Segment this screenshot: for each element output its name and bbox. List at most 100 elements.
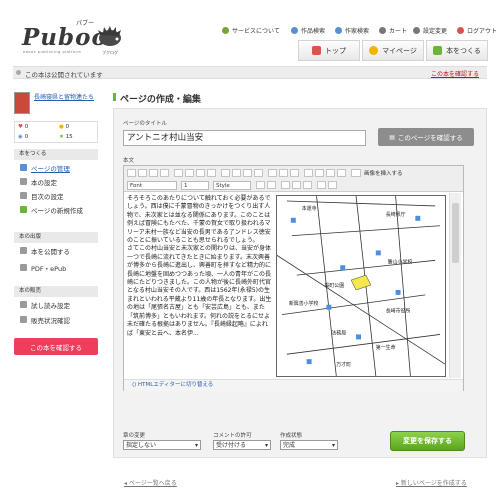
info-icon (222, 27, 229, 34)
nav-mypage[interactable]: マイページ (362, 40, 424, 61)
heart-icon: ♥ (18, 124, 23, 130)
logout-link[interactable]: ログアウト (457, 26, 497, 35)
html-editor-switch-link[interactable]: ⟨⟩ HTMLエディターに切り替える (124, 379, 463, 391)
redo-icon[interactable] (328, 181, 337, 189)
search-authors-link[interactable]: 作家検索 (335, 26, 369, 35)
map-label-2: 勝山小学校 (388, 258, 413, 265)
embedded-map-image: 本運寺 長崎県庁 勝山小学校 桜町公園 新興善小学校 長崎市役所 法務局 第一生… (276, 195, 446, 377)
cart-link[interactable]: カート (379, 26, 407, 35)
logout-icon (457, 27, 464, 34)
image-icon[interactable] (351, 169, 361, 177)
book-cover-thumbnail[interactable] (14, 92, 30, 114)
publish-status-bar: この本は公開されています この本を確認する (13, 66, 487, 79)
bg-color-icon[interactable] (267, 181, 276, 189)
nav-top[interactable]: トップ (298, 40, 360, 61)
cart-icon (379, 27, 386, 34)
user-icon (335, 27, 342, 34)
align-center-icon[interactable] (185, 169, 194, 177)
align-right-icon[interactable] (196, 169, 205, 177)
sidebar-section-publish: 本の出版 (14, 232, 98, 243)
map-label-8: 万才町 (336, 361, 351, 368)
book-title-link[interactable]: 長崎寝県と留物連たち (34, 94, 96, 101)
size-select[interactable]: 1 (181, 181, 209, 190)
sidebar-section-make: 本をつくる (14, 149, 98, 160)
bold-icon[interactable] (127, 169, 136, 177)
confirm-page-button[interactable]: ▤ このページを確認する (378, 128, 474, 146)
number-list-icon[interactable] (232, 169, 241, 177)
book-icon (20, 178, 27, 185)
file-icon (20, 264, 27, 271)
sidebar-item-publish[interactable]: 本を公開する (14, 244, 98, 257)
page-title: ページの作成・編集 (120, 95, 201, 105)
sidebar-item-sales[interactable]: 販売状況確認 (14, 313, 98, 326)
cut-icon[interactable] (281, 181, 290, 189)
undo-icon[interactable] (317, 181, 326, 189)
paste-icon[interactable] (303, 181, 312, 189)
creation-status-label: 作成状態 (280, 433, 303, 439)
check-book-link[interactable]: この本を確認する (431, 69, 479, 78)
about-service-link[interactable]: サービスについて (222, 26, 280, 35)
body-label: 本文 (123, 158, 135, 164)
chevron-down-icon: ▾ (194, 442, 198, 449)
outdent-icon[interactable] (243, 169, 252, 177)
underline-icon[interactable] (149, 169, 158, 177)
align-left-icon[interactable] (174, 169, 183, 177)
logo-tagline: ebook publishing platform (23, 50, 82, 54)
justify-icon[interactable] (207, 169, 216, 177)
save-changes-button[interactable]: 変更を保存する (390, 431, 465, 451)
chevron-down-icon: ▾ (264, 442, 268, 449)
puboo-logo[interactable]: Puboo (22, 24, 108, 51)
text-color-icon[interactable] (256, 181, 265, 189)
confirm-book-button[interactable]: この本を確認する (14, 338, 98, 355)
book-stats: ♥ 0 ● 0 ◉ 0 ★ 15 (14, 121, 98, 143)
indent-icon[interactable] (254, 169, 263, 177)
sidebar-section-sale: 本の販売 (14, 286, 98, 297)
nav-make-book[interactable]: 本をつくる (426, 40, 488, 61)
editor-toolbar: 画像を挿入する Font 1 Style (124, 166, 463, 192)
sidebar-item-new-page[interactable]: ページの新規作成 (14, 203, 98, 216)
create-new-page-link[interactable]: ▸ 新しいページを作成する (396, 478, 467, 487)
body-paragraph-1: そろそろこのあたりについて触れておく必要があるでしょう。西は僕に千蒙冒物のきっか… (127, 195, 271, 245)
search-works-link[interactable]: 作品検索 (291, 26, 325, 35)
bullet-list-icon[interactable] (221, 169, 230, 177)
logo-ruby-booklog: ブクログ (102, 50, 118, 55)
comment-permission-label: コメントの許可 (213, 433, 252, 439)
back-to-page-list-link[interactable]: ◂ ページ一覧へ戻る (124, 478, 177, 487)
font-select[interactable]: Font (127, 181, 177, 190)
unlink-icon[interactable] (279, 169, 288, 177)
hr-icon[interactable] (315, 169, 324, 177)
publish-status-text: この本は公開されています (25, 71, 103, 79)
style-select[interactable]: Style (213, 181, 251, 190)
plus-icon (433, 46, 443, 55)
page-title-input[interactable]: アントニオ村山当安 (123, 130, 366, 146)
editor-body-text[interactable]: そろそろこのあたりについて触れておく必要があるでしょう。西は僕に千蒙冒物のきっか… (124, 193, 276, 378)
creation-status-select[interactable]: 完成 ▾ (280, 440, 338, 450)
strike-icon[interactable] (160, 169, 169, 177)
map-label-0: 本運寺 (302, 205, 317, 212)
copy-icon[interactable] (292, 181, 301, 189)
sidebar-item-trial[interactable]: 試し読み設定 (14, 298, 98, 311)
map-label-3: 桜町公園 (324, 282, 344, 289)
link-icon[interactable] (268, 169, 277, 177)
subscript-icon[interactable] (326, 169, 335, 177)
status-dot-icon (16, 70, 21, 75)
sidebar-item-book-settings[interactable]: 本の設定 (14, 175, 98, 188)
superscript-icon[interactable] (337, 169, 346, 177)
editor-scrollbar[interactable] (449, 193, 461, 378)
comment-permission-select[interactable]: 受け付ける ▾ (213, 440, 271, 450)
table-icon[interactable] (304, 169, 313, 177)
settings-link[interactable]: 設定変更 (413, 26, 447, 35)
body-paragraph-2: さてこの村山当安と未次家との関わりは、当安が身体一つで長崎に流れてきたときに始ま… (127, 245, 272, 337)
sidebar-item-pdf-epub[interactable]: PDF・ePub (14, 261, 98, 274)
doc-icon: ▤ (389, 133, 395, 141)
anchor-icon[interactable] (290, 169, 299, 177)
chapter-select[interactable]: 指定しない ▾ (123, 440, 201, 450)
insert-image-button[interactable]: 画像を挿入する (364, 169, 403, 177)
sidebar-item-toc-settings[interactable]: 目次の設定 (14, 189, 98, 202)
sidebar-item-page-manage[interactable]: ページの管理 (14, 161, 98, 174)
scroll-thumb[interactable] (452, 203, 459, 263)
italic-icon[interactable] (138, 169, 147, 177)
home-icon (312, 46, 321, 55)
rich-text-editor: 画像を挿入する Font 1 Style そろそろこのあたりについて触れておく必… (123, 165, 464, 391)
plus-icon (20, 206, 27, 213)
